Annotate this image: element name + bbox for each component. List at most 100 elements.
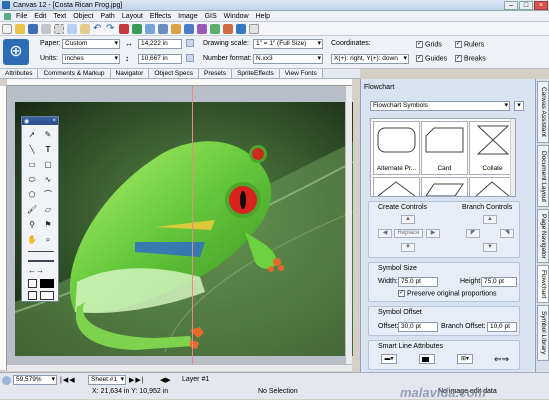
tab-object-specs[interactable]: Object Specs [149,69,200,78]
menu-image[interactable]: Image [178,13,197,20]
arrowhead-icon[interactable]: ←→ [28,267,54,275]
tool-palette-header[interactable]: ◉ × [22,117,58,125]
globe-icon[interactable]: ⊕ [3,39,29,65]
layer-name[interactable]: Layer #1 [182,376,209,383]
side-tab-flowchart[interactable]: Flowchart [537,265,549,303]
play-icon[interactable] [132,23,142,34]
palette-icon[interactable] [171,23,181,34]
save-icon[interactable] [28,23,38,34]
pen-tool-icon[interactable]: ✎ [41,129,55,140]
branch-right-button[interactable]: ◥ [500,229,514,238]
shape-card[interactable]: Card [421,121,468,175]
line-tool-icon[interactable]: ╲ [25,144,39,155]
symbol-width-input[interactable]: 75,0 pt [398,277,438,287]
open-folder-icon[interactable] [15,23,25,34]
line-style-icon[interactable] [28,260,54,262]
canvas-horizontal-scrollbar[interactable] [7,364,352,371]
paste-icon[interactable] [80,23,90,34]
shape-next-3[interactable] [469,177,515,196]
shape-collate[interactable]: Collate [469,121,515,175]
polygon-tool-icon[interactable]: ⬠ [25,189,39,200]
layer-nav-icon[interactable]: ◀▶ [160,376,171,384]
horizontal-ruler[interactable] [7,79,352,86]
menu-text[interactable]: Text [53,13,66,20]
preserve-proportions-checkbox[interactable]: ✓ Preserve original proportions [398,290,497,297]
menu-file[interactable]: File [16,13,27,20]
create-up-button[interactable]: ▲ [401,215,415,224]
create-down-button[interactable]: ▼ [401,243,415,252]
offset-input[interactable]: 30,0 pt [398,322,438,332]
doc-height-input[interactable]: 10,667 in [138,54,182,64]
branch-up-button[interactable]: ▲ [483,215,497,224]
create-right-button[interactable]: ▶ [426,229,440,238]
panel-menu-button[interactable]: ▾ [514,101,524,111]
hand-tool-icon[interactable]: ✋ [25,234,39,245]
side-tab-page-navigator[interactable]: Page Navigator [537,209,549,263]
text-tool-icon[interactable]: T [41,144,55,155]
vertical-guide-line[interactable] [192,86,193,370]
menu-layout[interactable]: Layout [122,13,143,20]
branch-left-button[interactable]: ◤ [466,229,480,238]
print-icon[interactable] [41,23,51,34]
rectangle-tool-icon[interactable]: ▭ [25,159,39,170]
branch-down-button[interactable]: ▼ [483,243,497,252]
palette-close-icon[interactable]: × [52,118,56,124]
ellipse-tool-icon[interactable]: ⬭ [25,174,39,185]
shape-icon[interactable] [223,23,233,34]
callout-tool-icon[interactable]: ▢ [41,159,55,170]
menu-path[interactable]: Path [100,13,114,20]
frog-photo[interactable] [15,102,353,356]
paper-select[interactable]: Custom [62,39,120,49]
units-select[interactable]: inches [62,54,120,64]
menu-help[interactable]: Help [256,13,270,20]
menu-effects[interactable]: Effects [150,13,171,20]
sheet-nav-next-icon[interactable]: ▶▶| [129,376,145,384]
pen-color-icon[interactable] [28,291,37,300]
flowchart-category-select[interactable]: Flowchart Symbols [370,101,510,111]
menu-edit[interactable]: Edit [34,13,46,20]
maximize-button[interactable]: □ [519,0,533,10]
tab-sprite-effects[interactable]: SpriteEffects [232,69,280,78]
breaks-checkbox[interactable]: ✓ Breaks [455,55,486,62]
layers-icon[interactable] [184,23,194,34]
shape-alternate-process[interactable]: Alternate Pr... [373,121,420,175]
line-weight-icon[interactable] [28,251,54,252]
tab-navigator[interactable]: Navigator [110,69,150,78]
landscape-icon[interactable] [186,54,194,62]
arrowhead-select-icon[interactable]: ⇐⇒ [494,354,514,364]
side-tab-document-layout[interactable]: Document Layout [537,145,549,207]
zoom-status-icon[interactable] [2,376,11,385]
shape-next-2[interactable] [421,177,468,196]
shape-next-1[interactable] [373,177,420,196]
close-button[interactable]: × [534,0,548,10]
connector-select-icon[interactable]: ⊞▾ [457,354,473,364]
replace-button[interactable]: Replace [394,229,423,238]
doc-width-input[interactable]: 14,222 in [138,39,182,49]
cut-icon[interactable] [54,23,64,34]
rulers-checkbox[interactable]: ✓ Rulers [455,41,484,48]
new-document-icon[interactable] [2,23,12,34]
line-color-select[interactable] [419,354,435,364]
fill-color-icon[interactable] [40,279,54,288]
redo-icon[interactable]: ↷ [106,23,116,34]
arrow-tool-icon[interactable]: ➚ [25,129,39,140]
grid-icon[interactable] [158,23,168,34]
line-style-select-icon[interactable]: ▬▾ [381,354,397,364]
dropper-tool-icon[interactable]: ⚲ [25,219,39,230]
number-format-select[interactable]: N.xx3 [253,54,323,64]
drawing-scale-select[interactable]: 1" = 1" (Full Size) [253,39,323,49]
document-icon[interactable] [4,12,11,20]
tab-presets[interactable]: Presets [199,69,233,78]
undo-icon[interactable]: ↶ [93,23,103,34]
menu-window[interactable]: Window [224,13,249,20]
vertical-ruler[interactable] [0,86,7,370]
tab-attributes[interactable]: Attributes [0,69,39,78]
record-icon[interactable] [119,23,129,34]
stamp-tool-icon[interactable]: ⚑ [41,219,55,230]
guides-checkbox[interactable]: ✓ Guides [416,55,447,62]
curve-tool-icon[interactable]: ∿ [41,174,55,185]
tab-view-fonts[interactable]: View Fonts [279,69,323,78]
zoom-select[interactable]: 59,579% [13,375,57,385]
color-icon[interactable] [210,23,220,34]
sheet-nav-first-icon[interactable]: |◀◀ [60,376,76,384]
